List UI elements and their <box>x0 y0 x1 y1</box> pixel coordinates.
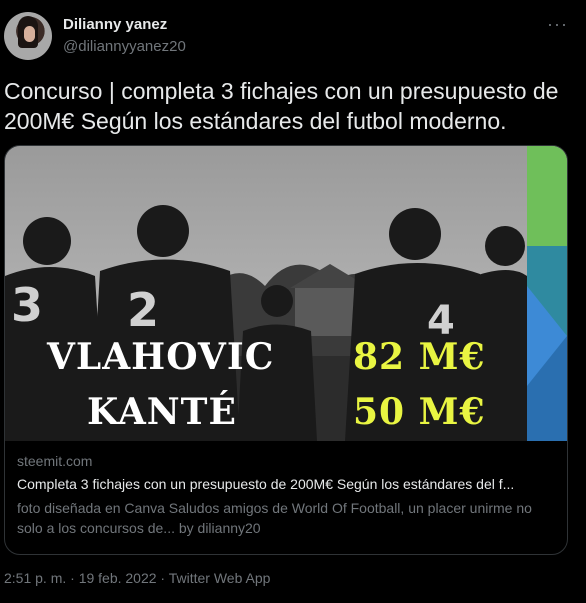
tweet-text: Concurso | completa 3 fichajes con un pr… <box>4 78 559 134</box>
card-domain: steemit.com <box>17 453 93 469</box>
card-title[interactable]: Completa 3 fichajes con un presupuesto d… <box>17 476 557 492</box>
link-card[interactable]: 3 2 4 VLAHOVIC 82 M€ KANTÉ 50 M€ steemit… <box>4 145 568 555</box>
svg-text:2: 2 <box>127 283 159 337</box>
card-meta: steemit.com Completa 3 fichajes con un p… <box>17 453 557 538</box>
card-image[interactable]: 3 2 4 VLAHOVIC 82 M€ KANTÉ 50 M€ <box>5 146 567 441</box>
avatar-face <box>24 26 35 42</box>
tweet-header: Dilianny yanez @diliannyyanez20 ··· <box>4 12 582 64</box>
author-name[interactable]: Dilianny yanez <box>63 16 167 33</box>
overlay-player-2: KANTÉ <box>87 391 237 433</box>
author-handle[interactable]: @diliannyyanez20 <box>63 38 186 55</box>
overlay-price-2: 50 M€ <box>353 391 486 433</box>
overlay-price-1: 82 M€ <box>353 336 486 378</box>
svg-text:3: 3 <box>11 278 43 332</box>
more-options-icon[interactable]: ··· <box>547 14 568 35</box>
avatar[interactable] <box>4 12 52 60</box>
card-description: foto diseñada en Canva Saludos amigos de… <box>17 500 532 536</box>
tweet-timestamp[interactable]: 2:51 p. m. · 19 feb. 2022 · Twitter Web … <box>4 570 270 586</box>
overlay-player-1: VLAHOVIC <box>47 336 275 378</box>
